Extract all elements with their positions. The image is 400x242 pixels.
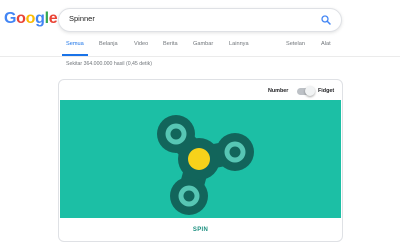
tab-semua[interactable]: Semua	[66, 41, 84, 47]
settings-link[interactable]: Setelan	[286, 41, 305, 47]
google-logo[interactable]: Google	[4, 10, 58, 28]
toggle-knob[interactable]	[305, 86, 315, 96]
tools-link[interactable]: Alat	[321, 41, 331, 47]
results-stats: Sekitar 364.000.000 hasil (0,45 detik)	[66, 61, 152, 67]
fidget-label[interactable]: Fidget	[318, 88, 334, 94]
tab-lainnya[interactable]: Lainnya	[229, 41, 249, 47]
logo-letter: g	[35, 10, 45, 27]
spinner-card: Number Fidget SPIN	[58, 79, 343, 242]
tab-belanja[interactable]: Belanja	[99, 41, 118, 47]
spinner-ring-hole	[229, 146, 241, 158]
tab-berita[interactable]: Berita	[163, 41, 178, 47]
number-label[interactable]: Number	[268, 88, 288, 94]
spinner-stage	[60, 100, 341, 218]
tab-video[interactable]: Video	[134, 41, 148, 47]
search-input[interactable]: Spinner	[58, 8, 342, 32]
spinner-ring-hole	[183, 190, 195, 202]
spin-row: SPIN	[59, 218, 342, 241]
spinner-center-cap	[188, 148, 210, 170]
logo-letter: e	[48, 10, 58, 27]
search-icon[interactable]	[320, 14, 332, 26]
spinner-ring-hole	[170, 128, 182, 140]
spin-button[interactable]: SPIN	[193, 227, 208, 233]
logo-letter: o	[25, 10, 36, 27]
logo-letter: o	[16, 10, 26, 27]
header-divider	[0, 56, 400, 57]
tab-gambar[interactable]: Gambar	[193, 41, 213, 47]
logo-letter: G	[4, 10, 17, 27]
search-tabs: Semua Belanja Video Berita Gambar Lainny…	[0, 38, 400, 56]
search-query[interactable]: Spinner	[69, 14, 95, 23]
fidget-spinner[interactable]	[60, 100, 341, 218]
mode-toggle-row: Number Fidget	[59, 80, 342, 100]
header: Google Spinner Semua Belanja Video Berit…	[0, 0, 400, 57]
